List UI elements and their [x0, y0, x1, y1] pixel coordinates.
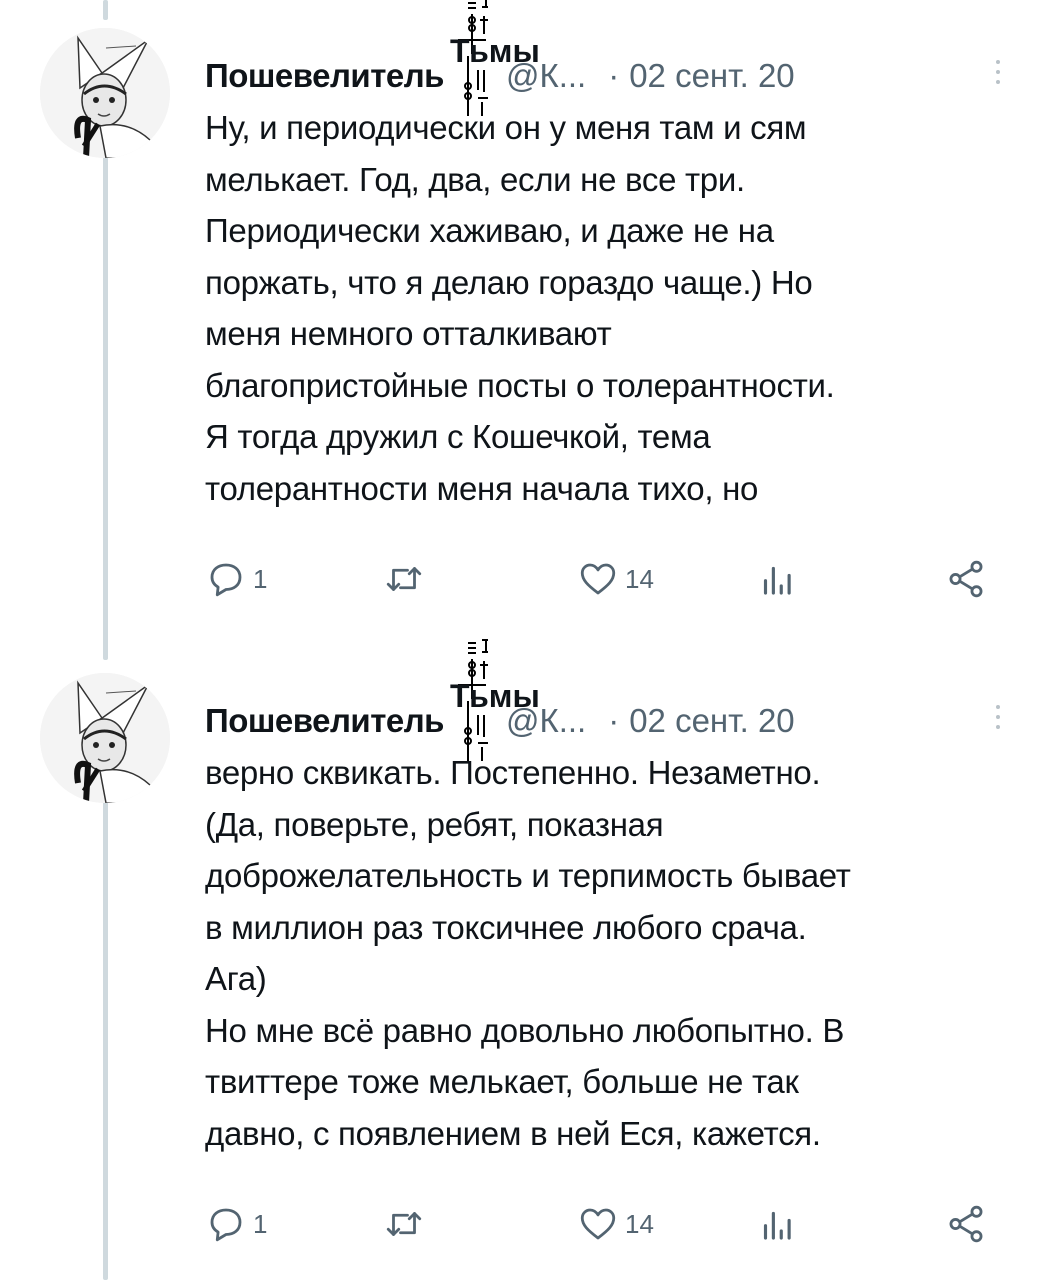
text-line: мелькает. Год, два, если не все три. — [205, 160, 745, 198]
glyph-text: Тьмы — [450, 678, 540, 714]
text-line: благопристойные посты о толерантности. — [205, 366, 835, 404]
tweet-actions: 1 14 — [205, 557, 995, 601]
reply-button[interactable]: 1 — [205, 557, 267, 601]
share-button[interactable] — [945, 1202, 987, 1246]
text-line: Периодически хаживаю, и даже не на — [205, 212, 774, 249]
share-icon — [949, 560, 983, 598]
reply-button[interactable]: 1 — [205, 1202, 267, 1246]
retweet-button[interactable] — [383, 1202, 431, 1246]
text-line: Я тогда дружил с Кошечкой, тема — [205, 418, 711, 455]
reply-icon — [210, 563, 242, 597]
like-button[interactable]: 14 — [577, 557, 654, 601]
avatar[interactable] — [40, 673, 170, 803]
text-line: поржать, что я делаю гораздо чаще.) Но — [205, 263, 813, 301]
text-line: давно, с появлением в ней Еся, кажется. — [205, 1114, 821, 1152]
retweet-icon — [386, 1212, 422, 1236]
share-button[interactable] — [945, 557, 987, 601]
tweet-text: верно сквикать. Постепенно. Незаметно. (… — [205, 747, 1025, 1159]
like-count: 14 — [625, 1208, 654, 1239]
tweet-date[interactable]: 02 сент. 20 — [629, 57, 794, 95]
text-line: доброжелательность и терпимость бывает — [205, 857, 851, 894]
text-line: Ага) — [205, 960, 267, 997]
retweet-icon — [386, 567, 422, 591]
thread-line-middle — [103, 145, 108, 660]
reply-count: 1 — [253, 563, 268, 594]
separator-dot: · — [608, 57, 620, 94]
like-count: 14 — [625, 563, 654, 594]
more-options-icon[interactable] — [995, 701, 1001, 741]
text-line: твиттере тоже мелькает, больше не так — [205, 1063, 799, 1100]
text-line: (Да, поверьте, ребят, показная — [205, 805, 664, 843]
heart-icon — [580, 563, 616, 595]
avatar[interactable] — [40, 28, 170, 158]
tweet-actions: 1 14 — [205, 1202, 995, 1246]
text-line: толерантности меня начала тихо, но — [205, 469, 759, 507]
views-button[interactable] — [755, 1202, 803, 1246]
tweet-header: Пошевелитель Тьмы @К... · 02 сент. 20 — [205, 0, 995, 116]
views-button[interactable] — [755, 557, 803, 601]
name-glyph: Тьмы — [444, 0, 540, 116]
views-icon — [763, 1211, 791, 1240]
avatar-image — [40, 673, 170, 803]
author-name[interactable]: Пошевелитель — [205, 702, 444, 740]
views-icon — [763, 566, 791, 595]
share-icon — [949, 1205, 983, 1243]
reply-icon — [210, 1208, 242, 1242]
tweet-header: Пошевелитель Тьмы @К... · 02 сент. 20 — [205, 639, 995, 761]
more-options-icon[interactable] — [995, 56, 1001, 96]
text-line: в миллион раз токсичнее любого срача. — [205, 908, 807, 946]
tweet-text: Ну, и периодически он у меня там и сям м… — [205, 102, 1025, 514]
name-glyph: Тьмы — [444, 639, 540, 761]
heart-icon — [580, 1208, 616, 1240]
like-button[interactable]: 14 — [577, 1202, 654, 1246]
retweet-button[interactable] — [383, 557, 431, 601]
tweet-date[interactable]: 02 сент. 20 — [629, 702, 794, 740]
text-line: верно сквикать. Постепенно. Незаметно. — [205, 754, 821, 791]
text-line: меня немного отталкивают — [205, 315, 612, 352]
avatar-image — [40, 28, 170, 158]
text-line: Но мне всё равно довольно любопытно. В — [205, 1011, 845, 1049]
separator-dot: · — [608, 702, 620, 739]
thread-line-top — [103, 0, 108, 20]
text-line: Ну, и периодически он у меня там и сям — [205, 109, 807, 146]
author-name[interactable]: Пошевелитель — [205, 57, 444, 95]
thread-line-bottom — [103, 790, 108, 1280]
glyph-text: Тьмы — [450, 33, 540, 69]
reply-count: 1 — [253, 1208, 268, 1239]
